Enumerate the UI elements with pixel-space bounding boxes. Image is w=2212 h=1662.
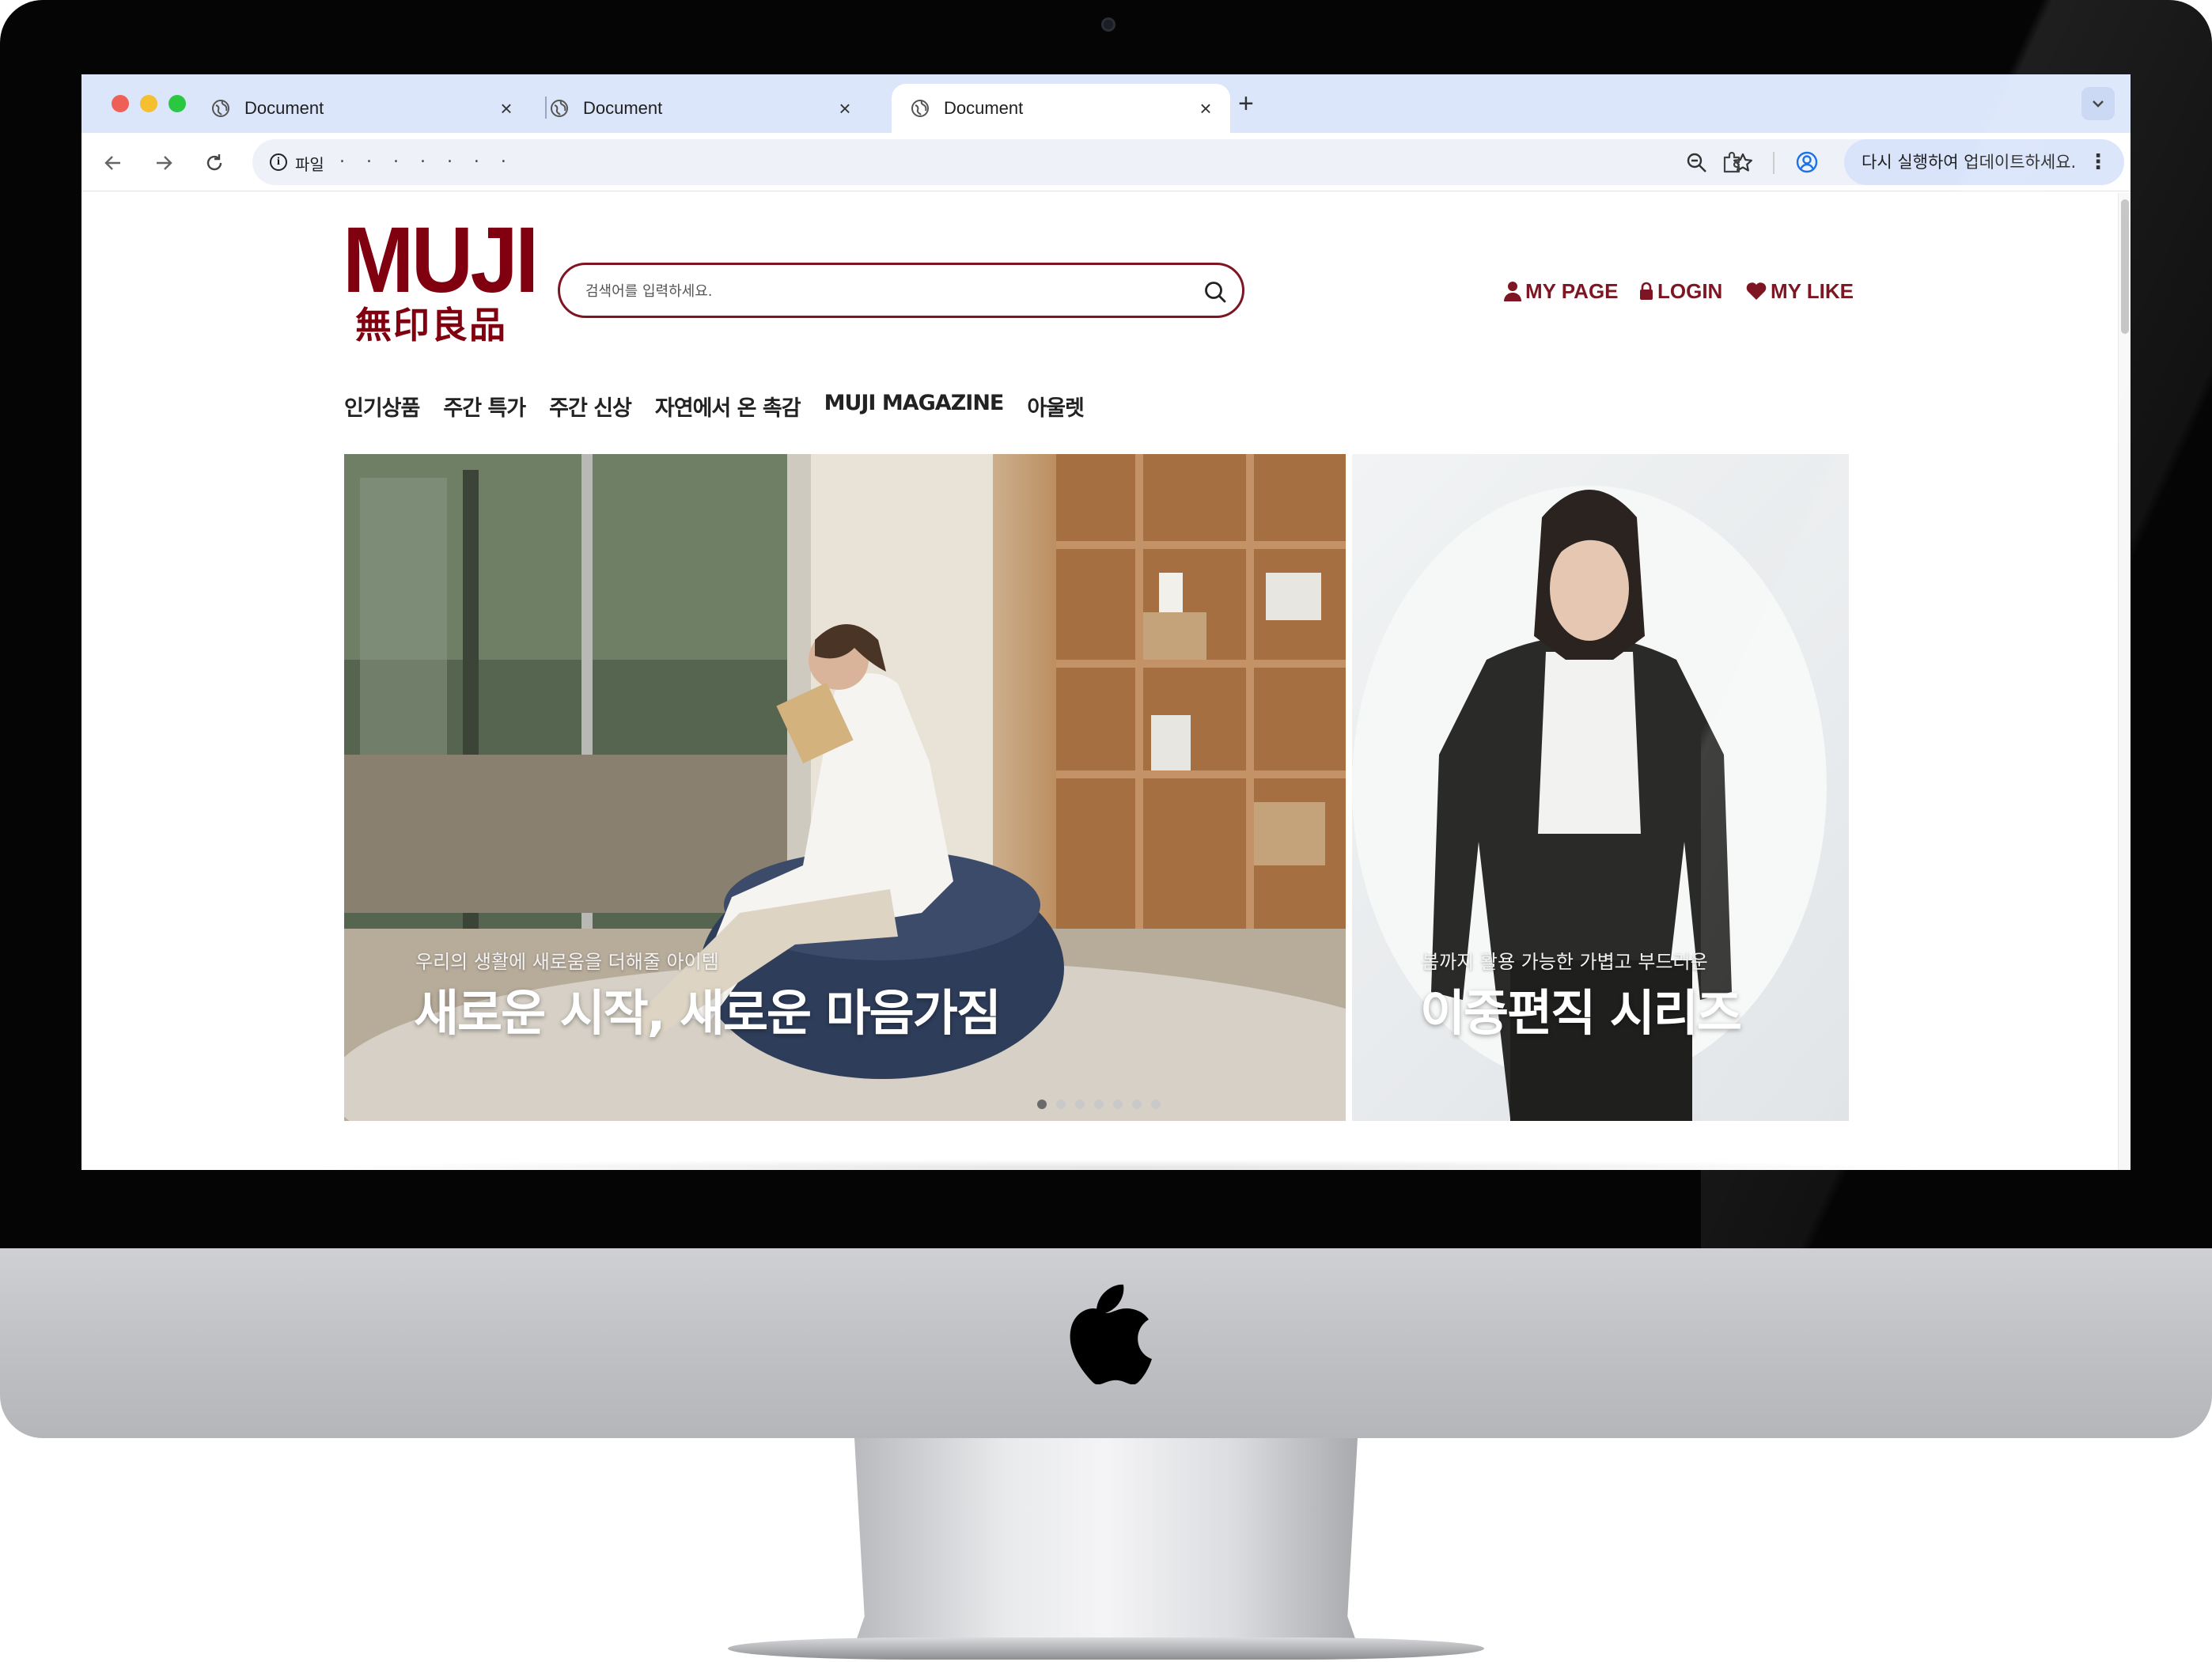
tab-close-button[interactable]: × <box>496 97 517 121</box>
banner-title: 이중편직 시리즈 <box>1420 984 1742 1042</box>
arrow-left-icon <box>104 156 120 170</box>
url-text: . . . . . . . <box>339 147 514 167</box>
globe-icon <box>212 100 229 117</box>
tab-search-button[interactable] <box>2081 87 2115 120</box>
nav-item-weekly-new[interactable]: 주간 신상 <box>549 391 632 422</box>
carousel-dot[interactable] <box>1075 1100 1085 1109</box>
tab-title: Document <box>244 98 324 118</box>
apple-logo-icon <box>1070 1284 1152 1384</box>
util-my-like[interactable]: MY LIKE <box>1745 277 1854 305</box>
back-button[interactable] <box>97 147 129 179</box>
tab-title: Document <box>583 98 663 118</box>
heart-icon <box>1746 282 1767 300</box>
search-input[interactable] <box>584 279 1169 303</box>
camera-icon <box>1101 17 1115 32</box>
nav-item-magazine[interactable]: MUJI MAGAZINE <box>824 391 1005 422</box>
imac-stand <box>854 1438 1358 1645</box>
tab-close-button[interactable]: × <box>835 97 855 121</box>
tab-close-button[interactable]: × <box>1195 97 1216 121</box>
util-my-page[interactable]: MY PAGE <box>1503 277 1619 305</box>
hero-banner-main[interactable]: 우리의 생활에 새로움을 더해줄 아이템 새로운 시작, 새로운 마음가짐 <box>344 454 1346 1121</box>
muji-logo[interactable]: MUJI 無印良品 <box>343 208 539 348</box>
util-label: MY PAGE <box>1525 278 1619 303</box>
scrollbar-thumb[interactable] <box>2121 199 2129 334</box>
logo-wordmark: MUJI <box>343 208 539 312</box>
globe-icon <box>551 100 568 117</box>
imac-stand-base <box>728 1637 1484 1660</box>
carousel-dot[interactable] <box>1151 1100 1161 1109</box>
zoom-icon[interactable] <box>1686 152 1708 174</box>
person-icon <box>1504 282 1521 301</box>
info-icon[interactable]: i <box>270 153 287 171</box>
browser-toolbar: i 파일 . . . . . . . 다시 실행하여 업데이트하세요. ⋮ <box>81 133 2131 191</box>
more-menu-icon[interactable]: ⋮ <box>2088 139 2108 185</box>
toolbar-separator <box>1773 152 1775 174</box>
banner-title: 새로운 시작, 새로운 마음가짐 <box>414 984 1002 1042</box>
carousel-dot[interactable] <box>1094 1100 1104 1109</box>
search-icon[interactable] <box>1203 279 1228 305</box>
util-login[interactable]: LOGIN <box>1638 277 1722 305</box>
nav-item-outlet[interactable]: 아울렛 <box>1027 391 1085 422</box>
carousel-dot[interactable] <box>1037 1100 1047 1109</box>
browser-tab[interactable]: Document × <box>192 84 531 133</box>
nav-item-weekly-deal[interactable]: 주간 특가 <box>443 391 526 422</box>
carousel-dot[interactable] <box>1056 1100 1066 1109</box>
chevron-down-icon <box>2093 100 2104 108</box>
browser-tab-active[interactable]: Document × <box>892 84 1230 133</box>
reload-button[interactable] <box>199 147 230 179</box>
tab-strip: Document × Document × Document × + <box>81 74 2131 133</box>
tab-title: Document <box>944 98 1024 118</box>
banner-subtitle: 봄까지 활용 가능한 가볍고 부드러운 <box>1422 951 1708 973</box>
forward-button[interactable] <box>148 147 180 179</box>
address-bar[interactable]: i 파일 . . . . . . . <box>252 139 1937 185</box>
window-minimize-button[interactable] <box>140 95 157 112</box>
profile-icon[interactable] <box>1795 150 1819 174</box>
new-tab-button[interactable]: + <box>1238 89 1254 119</box>
browser-tab[interactable]: Document × <box>531 84 869 133</box>
update-button[interactable]: 다시 실행하여 업데이트하세요. ⋮ <box>1844 139 2124 185</box>
update-label: 다시 실행하여 업데이트하세요. <box>1862 153 2077 172</box>
carousel-dot[interactable] <box>1132 1100 1142 1109</box>
window-zoom-button[interactable] <box>169 95 186 112</box>
hero-banner-side[interactable]: 봄까지 활용 가능한 가볍고 부드러운 이중편직 시리즈 <box>1352 454 1849 1121</box>
globe-icon <box>911 100 929 117</box>
nav-item-popular[interactable]: 인기상품 <box>344 391 420 422</box>
reload-icon <box>206 154 222 171</box>
util-label: MY LIKE <box>1771 278 1854 303</box>
page-footer-shadow <box>285 1160 1946 1176</box>
main-nav: 인기상품 주간 특가 주간 신상 자연에서 온 촉감 MUJI MAGAZINE… <box>344 391 1085 422</box>
carousel-pagination <box>1037 1100 1161 1109</box>
extensions-icon[interactable] <box>1721 150 1744 174</box>
util-label: LOGIN <box>1657 278 1723 303</box>
banner-subtitle: 우리의 생활에 새로움을 더해줄 아이템 <box>415 951 719 973</box>
lock-icon <box>1640 282 1653 300</box>
arrow-right-icon <box>157 156 172 170</box>
window-close-button[interactable] <box>112 95 129 112</box>
scheme-label: 파일 <box>295 155 324 174</box>
search-box[interactable] <box>558 263 1244 318</box>
page-scrollbar[interactable] <box>2118 193 2131 1170</box>
carousel-dot[interactable] <box>1113 1100 1123 1109</box>
nav-item-natural-touch[interactable]: 자연에서 온 촉감 <box>655 391 801 422</box>
